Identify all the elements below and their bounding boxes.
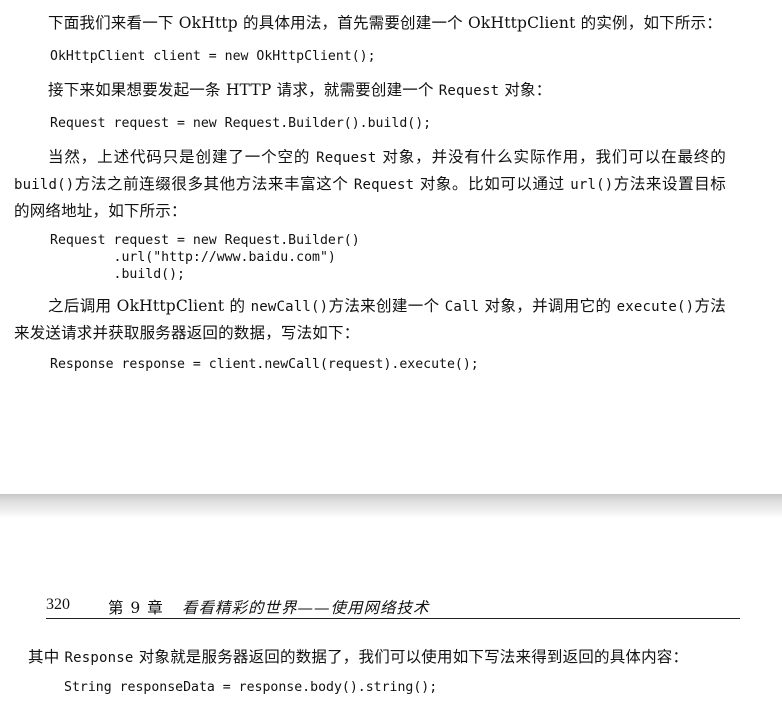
- paragraph-request: 接下来如果想要发起一条 HTTP 请求，就需要创建一个 Request 对象：: [14, 77, 726, 104]
- paragraph-text: 对象。比如可以通过: [414, 175, 571, 193]
- inline-code: newCall(): [250, 299, 329, 315]
- code-block-response-data: String responseData = response.body().st…: [64, 680, 438, 695]
- inline-code: Request: [316, 150, 377, 166]
- code-block-request: Request request = new Request.Builder().…: [50, 116, 432, 131]
- paragraph-intro: 下面我们来看一下 OkHttp 的具体用法，首先需要创建一个 OkHttpCli…: [14, 10, 726, 36]
- top-page: 下面我们来看一下 OkHttp 的具体用法，首先需要创建一个 OkHttpCli…: [0, 0, 782, 494]
- paragraph-text: 对象：: [499, 81, 552, 99]
- inline-code: Request: [438, 83, 500, 99]
- inline-code: Request: [353, 177, 415, 193]
- inline-code: build(): [14, 177, 75, 193]
- paragraph-text: 对象，并调用它的: [479, 297, 617, 315]
- inline-code: Call: [444, 299, 480, 315]
- inline-code: Response: [64, 650, 134, 666]
- paragraph-newcall: 之后调用 OkHttpClient 的 newCall()方法来创建一个 Cal…: [14, 293, 726, 346]
- paragraph-text: 对象，并没有什么实际作用，我们可以在最终的: [376, 148, 726, 166]
- running-header: 320 第 9 章 看看精彩的世界——使用网络技术: [46, 596, 740, 619]
- page-separator: [0, 494, 782, 518]
- paragraph-text: 其中: [28, 648, 65, 666]
- paragraph-text: 下面我们来看一下 OkHttp 的具体用法，首先需要创建一个 OkHttpCli…: [48, 14, 722, 32]
- code-block-client: OkHttpClient client = new OkHttpClient()…: [50, 49, 376, 64]
- paragraph-text: 对象就是服务器返回的数据了，我们可以使用如下写法来得到返回的具体内容：: [133, 648, 689, 666]
- paragraph-text: 之后调用 OkHttpClient 的: [48, 297, 251, 315]
- inline-code: execute(): [616, 299, 695, 315]
- paragraph-text: 方法来创建一个: [328, 297, 445, 315]
- chapter-label: 第 9 章: [108, 599, 164, 617]
- paragraph-builder: 当然，上述代码只是创建了一个空的 Request 对象，并没有什么实际作用，我们…: [14, 144, 726, 224]
- code-block-url: Request request = new Request.Builder() …: [50, 233, 360, 282]
- paragraph-text: 方法之前连缀很多其他方法来丰富这个: [74, 175, 354, 193]
- paragraph-text: 当然，上述代码只是创建了一个空的: [48, 148, 317, 166]
- paragraph-text: 接下来如果想要发起一条 HTTP 请求，就需要创建一个: [48, 81, 439, 99]
- inline-code: url(): [570, 177, 614, 193]
- chapter-title: 看看精彩的世界——使用网络技术: [182, 599, 430, 617]
- paragraph-response: 其中 Response 对象就是服务器返回的数据了，我们可以使用如下写法来得到返…: [28, 644, 748, 671]
- code-block-execute: Response response = client.newCall(reque…: [50, 357, 479, 372]
- page-number: 320: [46, 596, 70, 613]
